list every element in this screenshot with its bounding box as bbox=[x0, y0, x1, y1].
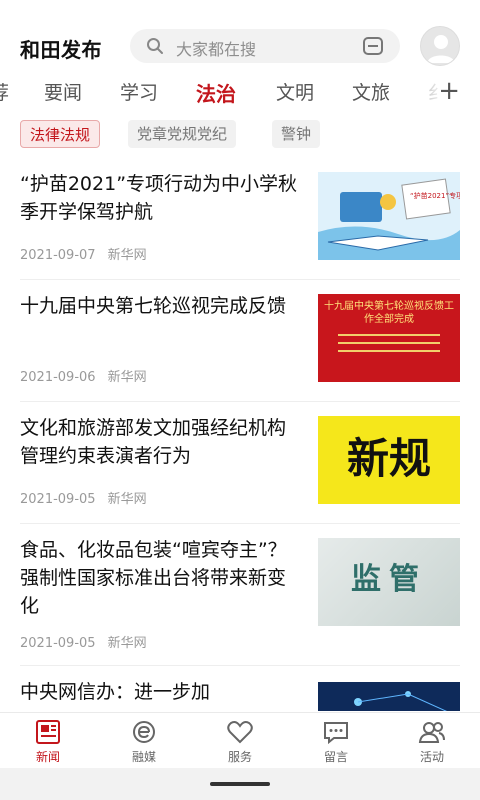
nav-label: 服务 bbox=[227, 750, 252, 764]
subtag-laws[interactable]: 法律法规 bbox=[20, 120, 101, 148]
news-source: 新华网 bbox=[107, 636, 147, 651]
news-thumbnail: 十九届中央第七轮巡视反馈工作全部完成 bbox=[318, 294, 460, 382]
add-channel-icon[interactable]: + bbox=[438, 78, 460, 104]
top-header: 和田发布 大家都在搜 bbox=[0, 20, 480, 72]
nav-label: 融媒 bbox=[131, 750, 156, 764]
scan-icon[interactable] bbox=[362, 36, 384, 56]
news-item[interactable]: “护苗2021”专项行动为中小学秋季开学保驾护航 2021-09-07 新华网 “… bbox=[20, 158, 460, 280]
avatar[interactable] bbox=[420, 26, 460, 66]
nav-service[interactable]: 服务 bbox=[210, 719, 270, 767]
news-meta: 2021-09-07 新华网 bbox=[20, 244, 147, 263]
media-e-icon bbox=[133, 721, 155, 743]
newspaper-icon bbox=[36, 720, 60, 744]
news-list: “护苗2021”专项行动为中小学秋季开学保驾护航 2021-09-07 新华网 “… bbox=[0, 158, 480, 711]
news-item[interactable]: 文化和旅游部发文加强经纪机构管理约束表演者行为 2021-09-05 新华网 新规 bbox=[20, 402, 460, 524]
thumb-caption: “护苗2021”专项行动 bbox=[410, 191, 460, 200]
nav-news[interactable]: 新闻 bbox=[18, 719, 78, 767]
news-title: 十九届中央第七轮巡视完成反馈 bbox=[20, 295, 287, 317]
thumb-caption: 监管 bbox=[351, 562, 427, 597]
tab-recommend[interactable]: 荐 bbox=[0, 78, 9, 105]
nav-activity[interactable]: 活动 bbox=[402, 719, 462, 767]
news-date: 2021-09-06 bbox=[20, 370, 96, 385]
message-icon bbox=[324, 722, 348, 745]
news-source: 新华网 bbox=[107, 370, 147, 385]
user-icon bbox=[427, 35, 455, 63]
news-meta: 2021-09-05 新华网 bbox=[20, 632, 147, 651]
nav-media[interactable]: 融媒 bbox=[114, 719, 174, 767]
news-meta: 2021-09-05 新华网 bbox=[20, 488, 147, 507]
search-icon bbox=[147, 38, 163, 54]
news-source: 新华网 bbox=[107, 248, 147, 263]
news-thumbnail: 新规 bbox=[318, 416, 460, 504]
news-item[interactable]: 十九届中央第七轮巡视完成反馈 2021-09-06 新华网 十九届中央第七轮巡视反… bbox=[20, 280, 460, 402]
news-date: 2021-09-05 bbox=[20, 636, 96, 651]
people-icon bbox=[418, 722, 445, 743]
tab-headlines[interactable]: 要闻 bbox=[44, 78, 82, 105]
subtag-warning[interactable]: 警钟 bbox=[272, 120, 321, 148]
news-date: 2021-09-05 bbox=[20, 492, 96, 507]
tab-law[interactable]: 法治 bbox=[196, 78, 236, 107]
search-bar[interactable]: 大家都在搜 bbox=[130, 29, 400, 63]
tab-study[interactable]: 学习 bbox=[120, 78, 158, 105]
channel-tabs: 荐 要闻 学习 法治 文明 文旅 纟 + bbox=[0, 72, 480, 112]
news-title: “护苗2021”专项行动为中小学秋季开学保驾护航 bbox=[20, 173, 298, 223]
nav-label: 留言 bbox=[323, 750, 348, 764]
search-placeholder: 大家都在搜 bbox=[176, 40, 257, 59]
news-thumbnail bbox=[318, 682, 460, 711]
news-item[interactable]: 食品、化妆品包装“喧宾夺主”？强制性国家标准出台将带来新变化 2021-09-0… bbox=[20, 524, 460, 666]
news-meta: 2021-09-06 新华网 bbox=[20, 366, 147, 385]
subtag-party-rules[interactable]: 党章党规党纪 bbox=[128, 120, 237, 148]
news-item[interactable]: 中央网信办：进一步加 bbox=[20, 666, 460, 711]
nav-label: 新闻 bbox=[35, 750, 60, 764]
thumb-caption: 十九届中央第七轮巡视反馈工作全部完成 bbox=[324, 301, 454, 325]
news-source: 新华网 bbox=[107, 492, 147, 507]
bottom-nav: 新闻 融媒 服务 留言 活动 bbox=[0, 712, 480, 768]
news-thumbnail: 监管 bbox=[318, 538, 460, 626]
heart-icon bbox=[227, 721, 253, 744]
tab-culture-tourism[interactable]: 文旅 bbox=[352, 78, 390, 105]
news-thumbnail: “护苗2021”专项行动 bbox=[318, 172, 460, 260]
news-date: 2021-09-07 bbox=[20, 248, 96, 263]
news-title: 食品、化妆品包装“喧宾夺主”？强制性国家标准出台将带来新变化 bbox=[20, 539, 287, 617]
tab-civilization[interactable]: 文明 bbox=[276, 78, 314, 105]
news-title: 中央网信办：进一步加 bbox=[20, 681, 211, 703]
nav-label: 活动 bbox=[419, 750, 444, 764]
nav-message[interactable]: 留言 bbox=[306, 719, 366, 767]
thumb-caption: 新规 bbox=[346, 434, 431, 483]
app-title: 和田发布 bbox=[20, 38, 102, 62]
news-title: 文化和旅游部发文加强经纪机构管理约束表演者行为 bbox=[20, 417, 287, 467]
home-indicator[interactable] bbox=[210, 782, 270, 786]
sub-tag-bar: 法律法规 党章党规党纪 警钟 bbox=[0, 120, 480, 150]
system-gesture-bar bbox=[0, 768, 480, 800]
